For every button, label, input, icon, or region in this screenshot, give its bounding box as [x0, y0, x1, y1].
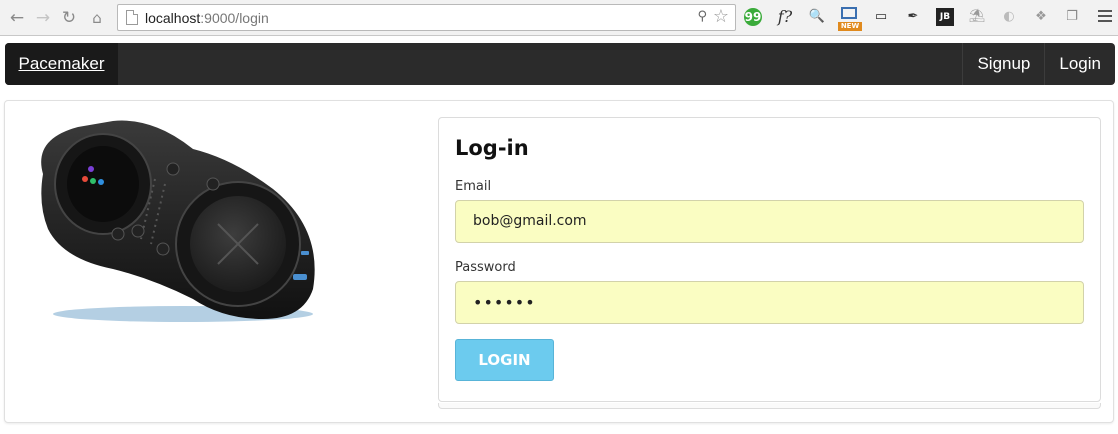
cast-icon[interactable]: ▭: [872, 8, 890, 26]
nav-right: Signup Login: [962, 43, 1115, 85]
jb-icon[interactable]: JB: [936, 8, 954, 26]
app-navbar: Pacemaker Signup Login: [5, 43, 1115, 85]
page-icon: [126, 10, 138, 25]
brand-link[interactable]: Pacemaker: [5, 43, 118, 85]
url-text: localhost:9000/login: [145, 10, 269, 26]
hangouts-icon[interactable]: 99: [744, 8, 762, 26]
ghost-icon[interactable]: ◐: [1000, 8, 1018, 26]
bookmark-star-icon[interactable]: ☆: [713, 6, 729, 27]
form-card-shadow: [438, 403, 1101, 409]
dropbox-icon[interactable]: ❖: [1032, 8, 1050, 26]
new-badge: NEW: [838, 22, 862, 31]
copy-icon[interactable]: ❐: [1063, 8, 1081, 26]
email-field[interactable]: bob@gmail.com: [455, 200, 1084, 243]
chrome-menu-icon[interactable]: [1098, 10, 1112, 22]
nav-signup-link[interactable]: Signup: [962, 43, 1044, 85]
screen-shape: [841, 7, 857, 19]
nav-login-link[interactable]: Login: [1044, 43, 1115, 85]
home-icon[interactable]: ⌂: [86, 7, 108, 29]
new-screen-icon[interactable]: NEW: [838, 7, 862, 31]
login-form-card: Log-in Email bob@gmail.com Password ••••…: [438, 117, 1101, 402]
main-segment: Log-in Email bob@gmail.com Password ••••…: [4, 100, 1114, 423]
url-host: localhost: [145, 10, 201, 26]
address-bar[interactable]: localhost:9000/login ⚲ ☆: [117, 4, 736, 31]
eyedropper-icon[interactable]: ✒: [904, 8, 922, 26]
reload-icon[interactable]: ↻: [58, 7, 80, 29]
palm-icon[interactable]: ⛱: [968, 8, 986, 26]
magnifier-icon[interactable]: 🔍: [808, 8, 826, 26]
password-label: Password: [455, 260, 516, 275]
forward-arrow-icon[interactable]: →: [32, 7, 54, 29]
key-icon[interactable]: ⚲: [697, 9, 707, 24]
url-path: :9000/login: [200, 10, 269, 26]
pacemaker-device-image: [41, 120, 315, 322]
font-question-icon[interactable]: f?: [776, 8, 794, 26]
form-title: Log-in: [455, 136, 529, 160]
password-field[interactable]: ••••••: [455, 281, 1084, 324]
back-arrow-icon[interactable]: ←: [6, 7, 28, 29]
browser-toolbar: ← → ↻ ⌂ localhost:9000/login ⚲ ☆ 99 f? 🔍…: [0, 0, 1118, 36]
email-label: Email: [455, 179, 492, 194]
login-button[interactable]: LOGIN: [455, 339, 554, 381]
